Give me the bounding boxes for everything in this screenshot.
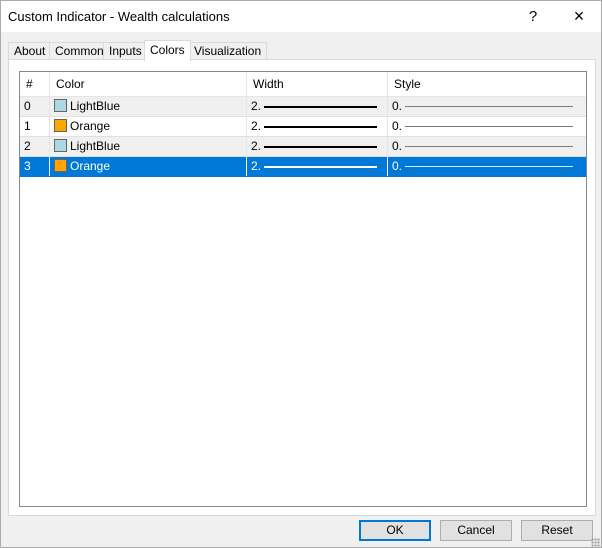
color-cell[interactable]: LightBlue [50, 137, 247, 156]
cancel-button[interactable]: Cancel [440, 520, 512, 541]
color-cell[interactable]: LightBlue [50, 97, 247, 116]
row-index: 1 [20, 117, 50, 136]
color-swatch [54, 139, 67, 152]
row-index: 0 [20, 97, 50, 116]
color-name: Orange [70, 159, 111, 173]
color-swatch [54, 159, 67, 172]
color-swatch [54, 119, 67, 132]
width-value: 2. [251, 119, 262, 133]
custom-indicator-dialog: Custom Indicator - Wealth calculations ?… [0, 0, 602, 548]
style-cell[interactable]: 0. [388, 117, 586, 136]
width-cell[interactable]: 2. [247, 137, 388, 156]
width-value: 2. [251, 159, 262, 173]
row-index: 2 [20, 137, 50, 156]
colors-tab-panel: # Color Width Style 0 LightBlue 2. 0. 1 … [8, 59, 596, 516]
reset-button[interactable]: Reset [521, 520, 593, 541]
color-name: LightBlue [70, 139, 121, 153]
line-style-preview [405, 106, 573, 107]
tab-colors[interactable]: Colors [144, 40, 191, 61]
width-value: 2. [251, 99, 262, 113]
tab-visualization[interactable]: Visualization [188, 42, 268, 60]
line-style-preview [405, 166, 573, 167]
color-cell[interactable]: Orange [50, 157, 247, 176]
column-header-index[interactable]: # [20, 72, 50, 96]
help-button[interactable]: ? [510, 1, 556, 32]
style-cell[interactable]: 0. [388, 137, 586, 156]
column-header-style[interactable]: Style [388, 72, 586, 96]
style-value: 0. [392, 139, 403, 153]
line-width-preview [264, 166, 377, 168]
style-value: 0. [392, 99, 403, 113]
tab-about[interactable]: About [8, 42, 52, 60]
line-width-preview [264, 146, 377, 148]
style-value: 0. [392, 159, 403, 173]
table-row[interactable]: 1 Orange 2. 0. [20, 117, 586, 137]
style-cell[interactable]: 0. [388, 157, 586, 176]
table-row-selected[interactable]: 3 Orange 2. 0. [20, 157, 586, 177]
line-style-preview [405, 126, 573, 127]
close-button[interactable]: × [556, 1, 602, 32]
width-cell[interactable]: 2. [247, 97, 388, 116]
table-row[interactable]: 2 LightBlue 2. 0. [20, 137, 586, 157]
ok-button[interactable]: OK [359, 520, 431, 541]
column-header-color[interactable]: Color [50, 72, 247, 96]
window-title: Custom Indicator - Wealth calculations [8, 9, 230, 24]
tab-common[interactable]: Common [49, 42, 110, 60]
title-bar: Custom Indicator - Wealth calculations ?… [1, 1, 601, 32]
line-width-preview [264, 106, 377, 108]
color-cell[interactable]: Orange [50, 117, 247, 136]
width-value: 2. [251, 139, 262, 153]
line-width-preview [264, 126, 377, 128]
style-cell[interactable]: 0. [388, 97, 586, 116]
style-value: 0. [392, 119, 403, 133]
width-cell[interactable]: 2. [247, 117, 388, 136]
tab-inputs[interactable]: Inputs [103, 42, 148, 60]
colors-grid: # Color Width Style 0 LightBlue 2. 0. 1 … [19, 71, 587, 507]
color-swatch [54, 99, 67, 112]
resize-grip-icon[interactable] [591, 538, 600, 547]
color-name: Orange [70, 119, 111, 133]
line-style-preview [405, 146, 573, 147]
row-index: 3 [20, 157, 50, 176]
width-cell[interactable]: 2. [247, 157, 388, 176]
grid-header: # Color Width Style [20, 72, 586, 97]
column-header-width[interactable]: Width [247, 72, 388, 96]
color-name: LightBlue [70, 99, 121, 113]
table-row[interactable]: 0 LightBlue 2. 0. [20, 97, 586, 117]
